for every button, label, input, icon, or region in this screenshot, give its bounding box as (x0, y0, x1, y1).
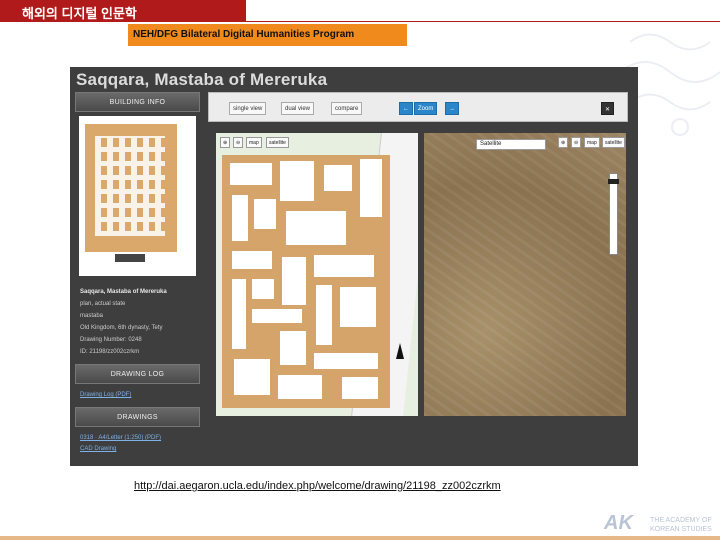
page-title: Saqqara, Mastaba of Mereruka (76, 70, 328, 89)
logo-text-line-2: KOREAN STUDIES (650, 526, 712, 533)
bottom-rule (0, 536, 720, 540)
zoom-slider-handle[interactable] (608, 179, 619, 184)
drawing-number: Drawing Number: 0248 (80, 337, 142, 343)
building-sidebar: BUILDING INFO Saqqara, Mastaba of Mereru… (75, 92, 200, 455)
sat-map-type-button[interactable]: map (584, 137, 600, 148)
drawing-id: ID: 21198/zz002czrkm (80, 349, 140, 355)
compare-button[interactable]: compare (331, 102, 363, 115)
drawing-plan-type: plan, actual state (80, 301, 126, 307)
viewer-toolbar: single view dual view compare ← Zoom → ✕ (208, 92, 628, 122)
building-info: Saqqara, Mastaba of Mereruka plan, actua… (75, 280, 200, 364)
satellite-viewer[interactable]: Satellite ⊕ ⊖ map satellite (424, 133, 626, 416)
sat-satellite-type-button[interactable]: satellite (602, 137, 625, 148)
next-arrow-button[interactable]: → (445, 102, 459, 115)
zoom-slider[interactable] (608, 173, 619, 255)
drawing-log-link[interactable]: Drawing Log (PDF) (75, 384, 200, 407)
zoom-in-icon[interactable]: ⊕ (220, 137, 231, 148)
building-type: mastaba (80, 313, 104, 319)
building-period: Old Kingdom, 6th dynasty, Tety (80, 325, 163, 331)
north-arrow-icon (396, 343, 404, 359)
thumbnail-logo (115, 254, 145, 262)
zoom-out-icon[interactable]: ⊖ (233, 137, 244, 148)
dual-view-button[interactable]: dual view (281, 102, 315, 115)
mastaba-floor-plan (222, 155, 390, 408)
source-url-link[interactable]: http://dai.aegaron.ucla.edu/index.php/we… (134, 480, 501, 492)
satellite-type-button[interactable]: satellite (266, 137, 289, 148)
drawings-header[interactable]: DRAWINGS (75, 407, 200, 427)
drawing-thumbnail[interactable] (79, 116, 196, 276)
map-layer-select[interactable]: Satellite (476, 139, 546, 150)
website-screenshot: Saqqara, Mastaba of Mereruka BUILDING IN… (70, 67, 638, 466)
drawing-log-header[interactable]: DRAWING LOG (75, 364, 200, 384)
logo-text-line-1: THE ACADEMY OF (650, 517, 712, 524)
thumbnail-plan-image (85, 124, 177, 252)
sat-zoom-out-icon[interactable]: ⊖ (571, 137, 582, 148)
slide-title: 해외의 디지털 인문학 (0, 0, 246, 22)
map-type-button[interactable]: map (246, 137, 262, 148)
slide-subtitle: NEH/DFG Bilateral Digital Humanities Pro… (128, 24, 407, 46)
drawings-links: 0318 · A4/Letter (1:250) (PDF) CAD Drawi… (75, 427, 200, 455)
close-icon[interactable]: ✕ (601, 102, 615, 115)
single-view-button[interactable]: single view (229, 102, 267, 115)
sat-zoom-in-icon[interactable]: ⊕ (558, 137, 569, 148)
academy-logo-mark: AK (604, 512, 633, 534)
cad-drawing-link[interactable]: CAD Drawing (80, 444, 195, 455)
prev-arrow-button[interactable]: ← (399, 102, 413, 115)
drawing-pdf-link[interactable]: 0318 · A4/Letter (1:250) (PDF) (80, 433, 195, 444)
zoom-button[interactable]: Zoom (414, 102, 438, 115)
plan-drawing-viewer[interactable]: ⊕ ⊖ map satellite (216, 133, 418, 416)
building-info-header[interactable]: BUILDING INFO (75, 92, 200, 112)
academy-logo: AK THE ACADEMY OF KOREAN STUDIES (600, 512, 718, 536)
academy-logo-text: THE ACADEMY OF KOREAN STUDIES (650, 516, 712, 534)
building-name: Saqqara, Mastaba of Mereruka (80, 289, 167, 295)
